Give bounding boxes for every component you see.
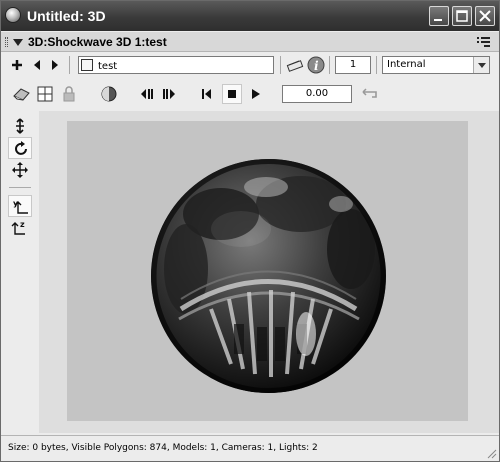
- toolbar-divider: [376, 56, 377, 74]
- member-name-input[interactable]: [98, 57, 270, 73]
- panel-options-menu-icon[interactable]: [477, 36, 491, 48]
- new-member-plus-icon[interactable]: [11, 59, 23, 71]
- status-bar: Size: 0 bytes, Visible Polygons: 874, Mo…: [1, 435, 499, 461]
- next-member-arrow-icon[interactable]: [51, 60, 59, 70]
- window-title: Untitled: 3D: [27, 8, 106, 24]
- script-icon[interactable]: [286, 56, 306, 74]
- time-field[interactable]: 0.00: [282, 85, 352, 103]
- rotate-icon: [15, 141, 27, 155]
- toolbar-divider: [69, 56, 70, 74]
- chevron-down-icon[interactable]: [473, 57, 489, 73]
- panel-title: 3D:Shockwave 3D 1:test: [28, 35, 167, 49]
- z-up-icon: z: [11, 220, 25, 235]
- maximize-icon: [456, 10, 468, 22]
- sphere-texture: [151, 159, 386, 393]
- app-icon: [5, 7, 21, 23]
- dolly-icon: [16, 118, 24, 134]
- member-info-icon[interactable]: i: [307, 56, 325, 74]
- lock-icon[interactable]: [63, 86, 75, 102]
- minimize-button[interactable]: [429, 6, 449, 26]
- cast-library-select[interactable]: Internal: [382, 56, 490, 74]
- dtsshader-sphere-icon[interactable]: [101, 86, 117, 102]
- tools-divider: [9, 187, 31, 188]
- close-button[interactable]: [475, 6, 495, 26]
- scene-statistics: Size: 0 bytes, Visible Polygons: 874, Mo…: [8, 443, 318, 453]
- collapse-arrow-icon[interactable]: [13, 39, 23, 46]
- member-name-field[interactable]: [78, 56, 274, 74]
- cast-member-number-field[interactable]: 1: [335, 56, 371, 74]
- maximize-button[interactable]: [452, 6, 472, 26]
- member-type-icon: [81, 59, 93, 71]
- y-up-tool[interactable]: y: [8, 195, 32, 217]
- 3d-sphere-model[interactable]: [151, 159, 386, 393]
- y-up-icon: y: [13, 199, 28, 214]
- stop-icon: [228, 90, 236, 98]
- close-icon: [479, 10, 491, 22]
- gripper-icon[interactable]: [5, 37, 8, 47]
- resize-grip-icon[interactable]: [485, 447, 497, 459]
- play-icon[interactable]: [251, 88, 261, 100]
- dolly-camera-tool[interactable]: [8, 115, 32, 137]
- cast-library-value: Internal: [387, 59, 426, 70]
- step-backward-icon[interactable]: [139, 88, 153, 100]
- camera-toolbar: 0.00: [1, 81, 499, 107]
- rewind-icon[interactable]: [201, 88, 213, 100]
- toolbar-divider: [329, 56, 330, 74]
- stop-button[interactable]: [222, 84, 242, 104]
- panel-header: 3D:Shockwave 3D 1:test: [1, 32, 499, 52]
- shockwave-3d-window: Untitled: 3D 3D:Shockwave 3D 1:test test…: [0, 0, 500, 462]
- svg-text:z: z: [20, 220, 25, 229]
- svg-text:i: i: [314, 59, 319, 73]
- previous-member-arrow-icon[interactable]: [33, 60, 41, 70]
- reset-world-grid-icon[interactable]: [37, 86, 53, 102]
- reset-camera-eraser-icon[interactable]: [13, 87, 31, 101]
- pan-icon: [12, 162, 28, 178]
- title-bar[interactable]: Untitled: 3D: [1, 1, 499, 31]
- toolbar-divider: [280, 56, 281, 74]
- member-toolbar: i 1 Internal: [1, 53, 499, 77]
- rotate-camera-tool[interactable]: [8, 137, 32, 159]
- camera-tools: y z: [5, 115, 37, 431]
- step-forward-icon[interactable]: [163, 88, 177, 100]
- minimize-icon: [434, 19, 442, 21]
- pan-camera-tool[interactable]: [8, 159, 32, 181]
- loop-icon[interactable]: [361, 88, 379, 100]
- z-up-tool[interactable]: z: [8, 217, 32, 239]
